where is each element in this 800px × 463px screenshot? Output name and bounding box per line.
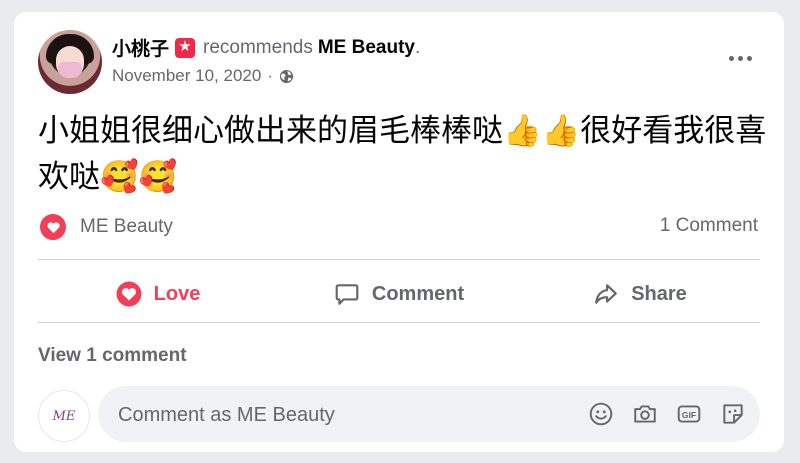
commenter-avatar: ME: [38, 390, 90, 442]
comment-input[interactable]: [116, 386, 560, 444]
love-reaction-icon: [38, 212, 68, 242]
post-header: 小桃子 ★ recommends ME Beauty .: [112, 34, 420, 61]
share-label: Share: [631, 282, 687, 305]
emoji-icon[interactable]: [588, 401, 614, 427]
post-meta: November 10, 2020 ·: [112, 66, 294, 86]
share-icon: [595, 284, 618, 304]
view-comments-link[interactable]: View 1 comment: [38, 345, 187, 367]
gif-icon[interactable]: GIF: [676, 401, 702, 427]
recommendation-star-icon: ★: [175, 37, 196, 58]
post-card: 小桃子 ★ recommends ME Beauty . November 10…: [14, 12, 784, 452]
share-button[interactable]: Share: [520, 274, 760, 314]
author-name[interactable]: 小桃子: [112, 34, 169, 61]
divider-top: [38, 259, 760, 260]
page-name-link[interactable]: ME Beauty: [318, 37, 415, 59]
composer-icons: GIF: [588, 401, 746, 427]
author-avatar[interactable]: [38, 30, 102, 94]
comment-composer: GIF: [98, 386, 760, 444]
post-text: 小姐姐很细心做出来的眉毛棒棒哒👍👍很好看我很喜欢哒🥰🥰: [38, 113, 767, 195]
sticker-icon[interactable]: [720, 401, 746, 427]
post-date[interactable]: November 10, 2020: [112, 66, 261, 86]
more-options-icon[interactable]: [722, 40, 758, 76]
reaction-summary[interactable]: ME Beauty: [38, 212, 173, 242]
header-period: .: [414, 36, 421, 58]
recommends-text: recommends: [203, 36, 313, 58]
heart-icon: [116, 281, 142, 307]
comment-icon: [335, 284, 359, 305]
comment-count[interactable]: 1 Comment: [660, 215, 758, 237]
divider-bottom: [38, 322, 760, 323]
commenter-avatar-logo: ME: [52, 408, 76, 424]
globe-icon: [279, 69, 294, 84]
love-button[interactable]: Love: [38, 274, 278, 314]
camera-icon[interactable]: [632, 401, 658, 427]
meta-separator: ·: [267, 66, 273, 85]
svg-text:GIF: GIF: [682, 410, 696, 420]
comment-button[interactable]: Comment: [279, 274, 519, 314]
reactor-name: ME Beauty: [80, 216, 173, 237]
love-label: Love: [153, 282, 201, 305]
comment-label: Comment: [371, 282, 465, 305]
